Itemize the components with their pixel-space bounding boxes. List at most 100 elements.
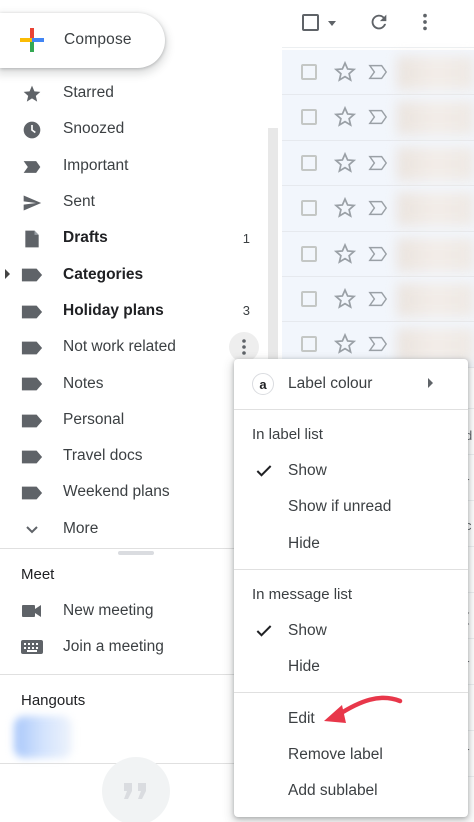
blurred-contact-avatar[interactable] xyxy=(14,716,72,758)
remove-label-item[interactable]: Remove label xyxy=(234,736,468,772)
mail-row[interactable] xyxy=(282,231,474,277)
add-sublabel-label: Add sublabel xyxy=(288,782,378,799)
mail-row[interactable] xyxy=(282,186,474,232)
sidebar-item-label: Travel docs xyxy=(63,447,143,465)
star-outline-icon[interactable] xyxy=(333,105,357,129)
star-outline-icon[interactable] xyxy=(333,151,357,175)
select-dropdown-icon[interactable] xyxy=(328,21,336,26)
expand-arrow-icon[interactable] xyxy=(5,269,10,280)
checkmark-icon xyxy=(256,465,272,477)
sidebar-item-label: Drafts xyxy=(63,229,108,247)
important-outline-icon[interactable] xyxy=(368,63,388,81)
important-outline-icon[interactable] xyxy=(368,335,388,353)
star-outline-icon[interactable] xyxy=(333,287,357,311)
sidebar-item-label: Snoozed xyxy=(63,120,125,138)
sidebar-item-label: More xyxy=(63,519,99,537)
sidebar-item-label: Important xyxy=(63,156,129,174)
important-icon xyxy=(21,156,43,178)
blurred-sender xyxy=(397,192,474,227)
new-meeting-button[interactable]: New meeting xyxy=(0,593,270,629)
label-icon xyxy=(21,373,43,395)
row-checkbox[interactable] xyxy=(301,109,317,126)
join-meeting-label: Join a meeting xyxy=(63,638,164,655)
more-vert-icon xyxy=(242,339,246,355)
label-icon xyxy=(21,482,43,504)
menu-divider xyxy=(234,569,468,570)
row-checkbox[interactable] xyxy=(301,290,317,307)
message-list-show-option[interactable]: Show xyxy=(234,612,468,648)
select-all-checkbox[interactable] xyxy=(302,14,319,31)
mail-row[interactable] xyxy=(282,140,474,187)
edit-label: Edit xyxy=(288,710,315,727)
important-outline-icon[interactable] xyxy=(368,108,388,126)
submenu-arrow-icon xyxy=(428,378,433,388)
meet-section-title: Meet xyxy=(21,566,55,583)
new-meeting-label: New meeting xyxy=(63,602,154,619)
important-outline-icon[interactable] xyxy=(368,290,388,308)
sidebar-item-label: Personal xyxy=(63,410,125,428)
sidebar-item-weekend-plans[interactable]: Weekend plans xyxy=(0,474,270,510)
in-message-list-heading: In message list xyxy=(252,586,353,603)
sidebar-item-snoozed[interactable]: Snoozed xyxy=(0,111,270,147)
sidebar-item-more[interactable]: More xyxy=(0,511,270,547)
sidebar-item-travel-docs[interactable]: Travel docs xyxy=(0,438,270,474)
add-sublabel-item[interactable]: Add sublabel xyxy=(234,772,468,808)
important-outline-icon[interactable] xyxy=(368,245,388,263)
star-outline-icon[interactable] xyxy=(333,60,357,84)
sidebar-item-drafts[interactable]: Drafts 1 xyxy=(0,220,270,256)
option-label: Show xyxy=(288,462,327,479)
blurred-sender xyxy=(397,56,474,90)
mail-row[interactable] xyxy=(282,50,474,96)
star-outline-icon[interactable] xyxy=(333,242,357,266)
blurred-sender xyxy=(397,101,474,136)
important-outline-icon[interactable] xyxy=(368,199,388,217)
mail-row[interactable] xyxy=(282,276,474,323)
plus-icon xyxy=(20,28,44,52)
unread-count: 1 xyxy=(242,230,250,246)
sidebar-item-personal[interactable]: Personal xyxy=(0,402,270,438)
label-options-button[interactable] xyxy=(229,332,259,363)
sidebar-item-label: Starred xyxy=(63,84,114,102)
sidebar-item-label: Sent xyxy=(63,193,95,211)
important-outline-icon[interactable] xyxy=(368,154,388,172)
sidebar-item-label: Notes xyxy=(63,374,104,392)
sidebar-item-sent[interactable]: Sent xyxy=(0,184,270,220)
message-list-hide-option[interactable]: Hide xyxy=(234,648,468,684)
row-checkbox[interactable] xyxy=(301,154,317,171)
hangouts-quote-icon[interactable] xyxy=(102,757,170,822)
row-checkbox[interactable] xyxy=(301,336,317,353)
hangouts-section-title: Hangouts xyxy=(21,692,86,709)
sidebar-item-holiday-plans[interactable]: Holiday plans 3 xyxy=(0,293,270,329)
blurred-sender xyxy=(397,146,474,181)
label-icon xyxy=(21,264,43,286)
more-vert-icon[interactable] xyxy=(414,11,436,33)
sidebar-item-categories[interactable]: Categories xyxy=(0,256,270,292)
draft-icon xyxy=(21,228,43,250)
label-colour-item[interactable]: a Label colour xyxy=(234,365,468,401)
option-label: Show xyxy=(288,622,327,639)
clock-icon xyxy=(21,119,43,141)
sidebar-item-starred[interactable]: Starred xyxy=(0,75,270,111)
star-outline-icon[interactable] xyxy=(333,332,357,356)
section-drag-handle[interactable] xyxy=(118,551,154,555)
join-meeting-button[interactable]: Join a meeting xyxy=(0,629,270,665)
label-list-show-option[interactable]: Show xyxy=(234,452,468,488)
row-checkbox[interactable] xyxy=(301,64,317,80)
refresh-icon[interactable] xyxy=(368,11,390,33)
mail-row[interactable] xyxy=(282,95,474,141)
sidebar-item-important[interactable]: Important xyxy=(0,148,270,184)
row-checkbox[interactable] xyxy=(301,200,317,217)
blurred-sender xyxy=(397,328,474,363)
label-options-menu: a Label colour In label list Show Show i… xyxy=(234,359,468,817)
compose-button[interactable]: Compose xyxy=(0,13,165,68)
label-list-show-if-unread-option[interactable]: Show if unread xyxy=(234,488,468,524)
row-checkbox[interactable] xyxy=(301,245,317,262)
label-list-hide-option[interactable]: Hide xyxy=(234,525,468,561)
label-colour-label: Label colour xyxy=(288,375,373,392)
chevron-down-icon xyxy=(21,519,43,541)
sidebar-item-notes[interactable]: Notes xyxy=(0,365,270,401)
star-outline-icon[interactable] xyxy=(333,196,357,220)
label-colour-badge: a xyxy=(252,373,274,395)
mail-list xyxy=(282,50,474,368)
sidebar-item-not-work-related[interactable]: Not work related xyxy=(0,329,270,365)
